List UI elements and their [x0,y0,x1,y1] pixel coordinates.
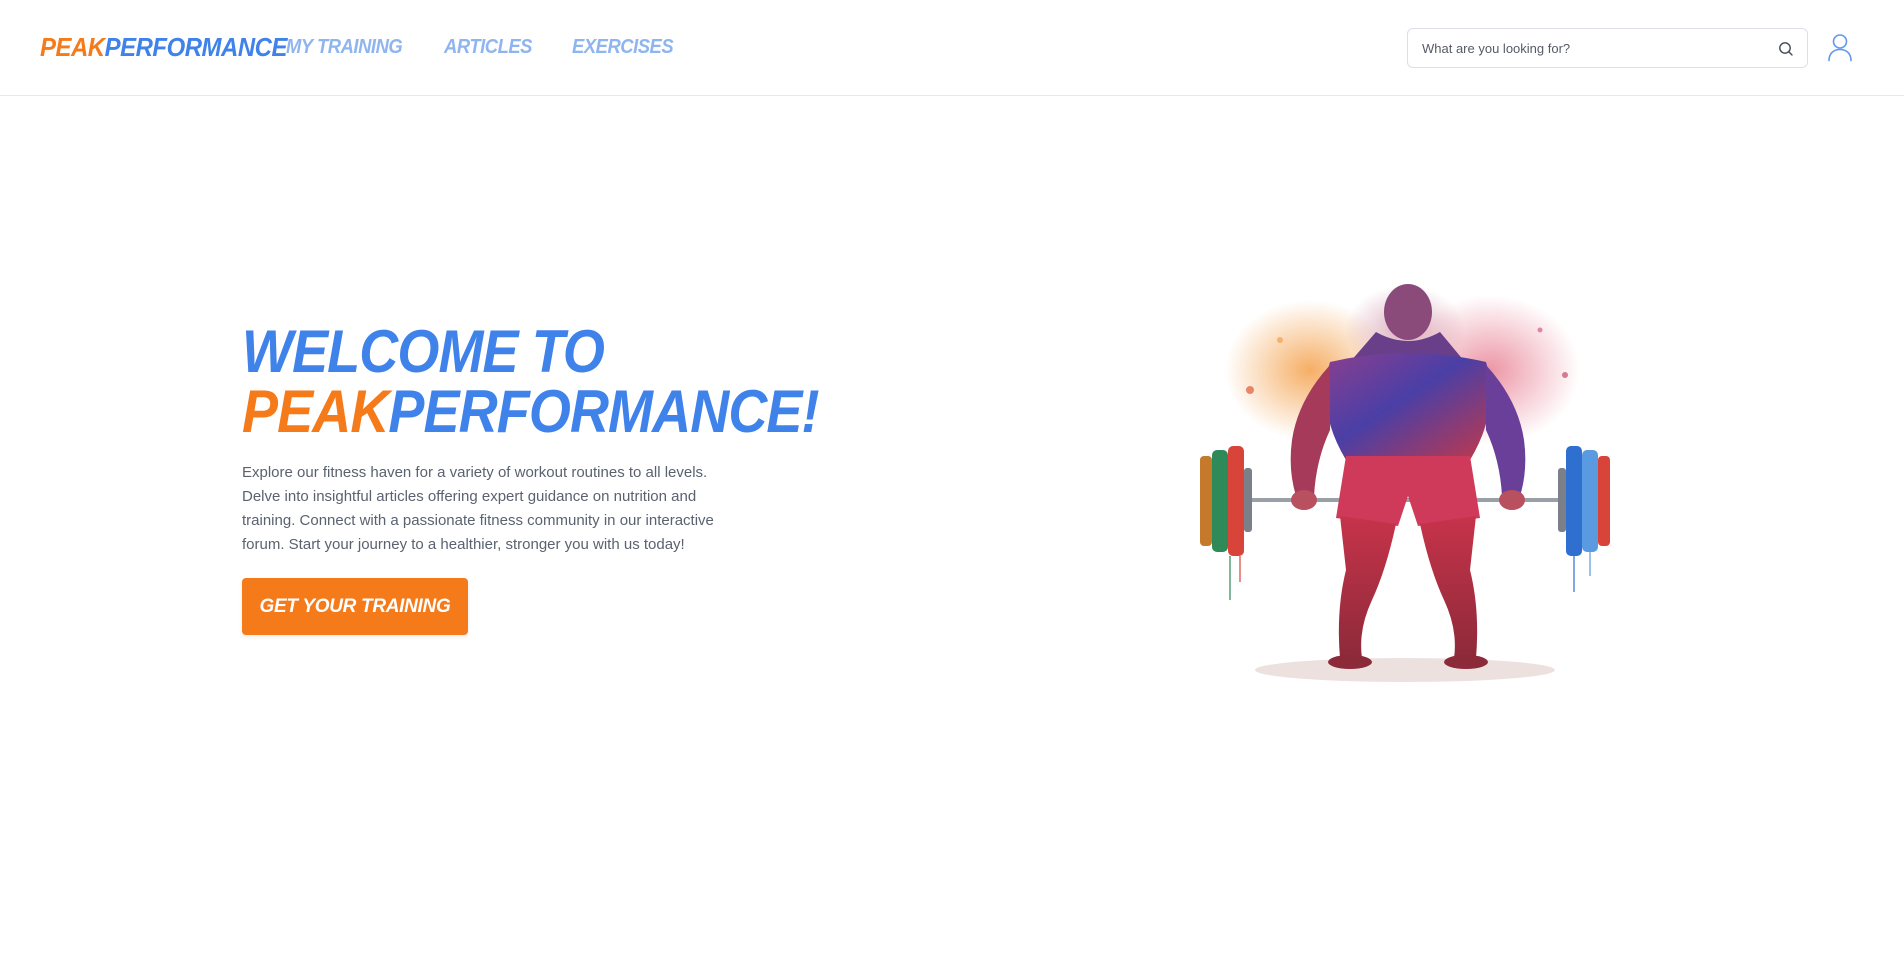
site-header: PEAKPERFORMANCE MY TRAINING ARTICLES EXE… [0,0,1904,96]
site-logo[interactable]: PEAKPERFORMANCE [40,32,287,63]
search-box [1407,28,1808,68]
logo-peak-text: PEAK [40,32,105,62]
logo-performance-text: PERFORMANCE [104,32,288,62]
nav-item-exercises[interactable]: EXERCISES [572,36,674,59]
hero-title-performance: PERFORMANCE! [388,378,819,445]
weightlifter-illustration [1200,284,1610,682]
user-icon[interactable] [1826,32,1854,62]
nav-item-articles[interactable]: ARTICLES [444,36,532,59]
hero-title-line2: PEAKPERFORMANCE! [242,382,820,442]
nav-item-my-training[interactable]: MY TRAINING [286,36,403,59]
search-input[interactable] [1420,29,1760,67]
search-icon[interactable] [1777,40,1795,58]
hero-title-line1: WELCOME TO [242,318,605,385]
main-nav: MY TRAINING ARTICLES EXERCISES [286,36,682,59]
hero-description: Explore our fitness haven for a variety … [242,464,714,553]
hero-title: WELCOME TO PEAKPERFORMANCE! [242,318,820,442]
hero-title-peak: PEAK [242,378,389,445]
get-your-training-button[interactable]: GET YOUR TRAINING [242,578,468,635]
